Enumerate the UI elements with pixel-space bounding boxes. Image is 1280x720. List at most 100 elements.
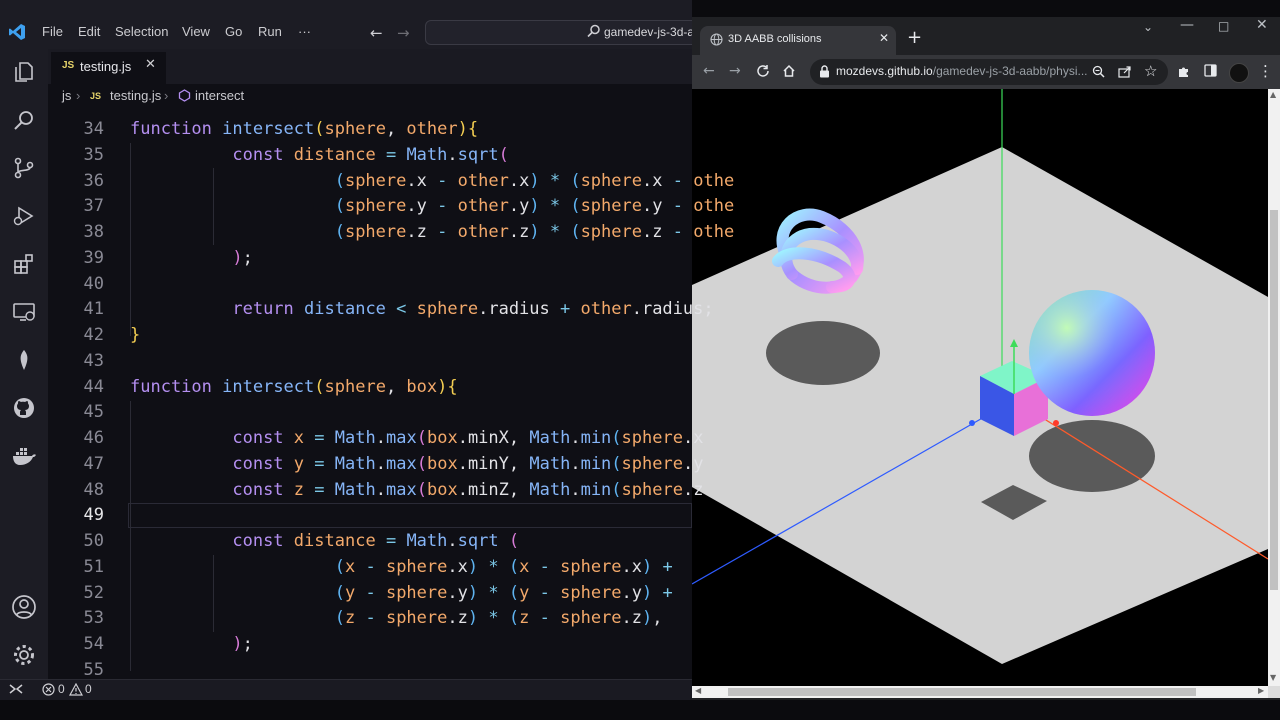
web-page-viewport[interactable] [692,89,1268,686]
scroll-left-icon[interactable]: ◀ [695,686,701,695]
forward-arrow-icon[interactable]: → [729,63,741,79]
chevron-down-icon[interactable]: ⌄ [1143,20,1153,34]
close-icon[interactable]: ✕ [879,31,889,45]
chevron-right-icon: › [164,88,169,103]
code-line-34: function intersect(sphere, other){ [130,119,479,139]
error-icon[interactable] [42,683,55,696]
error-count[interactable]: 0 [58,682,65,696]
vscode-logo-icon [9,24,25,40]
scroll-up-icon[interactable]: ▲ [1270,90,1276,99]
line-number: 35 [83,145,104,165]
docker-icon[interactable] [10,442,38,470]
line-number: 40 [83,274,104,294]
line-number: 47 [83,454,104,474]
url-path: /gamedev-js-3d-aabb/physi... [932,64,1088,78]
menu-run[interactable]: Run [258,0,282,49]
globe-icon [710,33,723,46]
remote-explorer-icon[interactable] [10,298,38,326]
explorer-icon[interactable] [10,58,38,86]
taskbar-edge [0,700,1280,720]
menu-selection[interactable]: Selection [115,0,168,49]
line-number: 48 [83,480,104,500]
breadcrumb-file[interactable]: testing.js [110,88,161,103]
tab-label: testing.js [80,59,132,74]
back-arrow-icon[interactable]: ← [703,63,715,79]
scroll-down-icon[interactable]: ▼ [1270,673,1276,682]
forward-arrow-icon[interactable]: → [397,24,410,42]
mongodb-icon[interactable] [10,346,38,374]
scroll-right-icon[interactable]: ▶ [1258,686,1264,695]
javascript-file-icon: JS [90,91,102,101]
line-number: 51 [83,557,104,577]
code-line-44: function intersect(sphere, box){ [130,377,458,397]
share-icon[interactable] [1118,65,1132,78]
code-line-48: const z = Math.max(box.minZ, Math.min(sp… [232,480,704,500]
warning-icon[interactable] [69,683,83,696]
home-icon[interactable] [782,64,796,78]
settings-gear-icon[interactable] [10,641,38,669]
vertical-scroll-thumb[interactable] [1270,210,1278,590]
code-line-42: } [130,325,141,345]
url-host: mozdevs.github.io [836,64,933,78]
menu-edit[interactable]: Edit [78,0,100,49]
remote-icon[interactable] [8,682,24,696]
kebab-menu-icon[interactable]: ⋮ [1258,62,1273,80]
maximize-icon[interactable]: □ [1218,19,1229,33]
code-line-38: (sphere.z - other.z) * (sphere.z - othe [334,222,735,242]
symbol-method-icon [178,89,191,102]
code-line-36: (sphere.x - other.x) * (sphere.x - othe [334,171,735,191]
code-line-51: (x - sphere.x) * (x - sphere.x) + [334,557,673,577]
breadcrumb-symbol[interactable]: intersect [195,88,244,103]
line-number-current: 49 [83,505,104,525]
line-number: 45 [83,402,104,422]
extensions-puzzle-icon[interactable] [1177,64,1191,78]
run-debug-icon[interactable] [10,202,38,230]
current-line-highlight [128,503,692,528]
menu-view[interactable]: View [182,0,210,49]
warning-count[interactable]: 0 [85,682,92,696]
line-number: 37 [83,196,104,216]
accounts-icon[interactable] [10,593,38,621]
horizontal-scroll-thumb[interactable] [728,688,1196,696]
code-line-41: return distance < sphere.radius + other.… [232,299,714,319]
close-icon[interactable]: ✕ [145,57,156,72]
box-x-gizmo [1053,420,1059,426]
minimize-icon[interactable]: — [1180,17,1194,33]
line-number: 55 [83,660,104,680]
line-number: 52 [83,583,104,603]
sphere-highlight [1029,290,1155,416]
browser-tab-title: 3D AABB collisions [728,33,822,45]
menu-go[interactable]: Go [225,0,242,49]
box-z-gizmo [969,420,975,426]
code-line-35: const distance = Math.sqrt( [232,145,509,165]
zoom-icon[interactable] [1092,65,1105,78]
code-line-39: ); [232,248,253,268]
reload-icon[interactable] [756,64,770,78]
code-line-53: (z - sphere.z) * (z - sphere.z), [334,608,663,628]
line-number: 34 [83,119,104,139]
menu-more[interactable]: ··· [298,0,311,49]
new-tab-icon[interactable]: + [907,27,922,48]
code-line-54: ); [232,634,253,654]
knot-shadow [766,321,880,385]
profile-avatar[interactable] [1229,63,1249,83]
side-panel-icon[interactable] [1204,64,1217,77]
line-number: 50 [83,531,104,551]
back-arrow-icon[interactable]: ← [370,24,383,42]
javascript-file-icon: JS [62,60,75,71]
breadcrumb-folder[interactable]: js [62,88,71,103]
3d-scene-canvas[interactable] [692,89,1268,686]
line-number: 38 [83,222,104,242]
search-icon[interactable] [10,106,38,134]
lock-icon[interactable] [819,65,830,78]
activity-bar [0,49,48,679]
github-icon[interactable] [10,394,38,422]
menu-file[interactable]: File [42,0,63,49]
command-center-text: gamedev-js-3d-a [604,25,695,39]
code-line-52: (y - sphere.y) * (y - sphere.y) + [334,583,673,603]
extensions-icon[interactable] [10,250,38,278]
bookmark-star-icon[interactable]: ☆ [1144,62,1157,80]
source-control-icon[interactable] [10,154,38,182]
line-number: 39 [83,248,104,268]
window-close-icon[interactable]: ✕ [1256,17,1268,33]
